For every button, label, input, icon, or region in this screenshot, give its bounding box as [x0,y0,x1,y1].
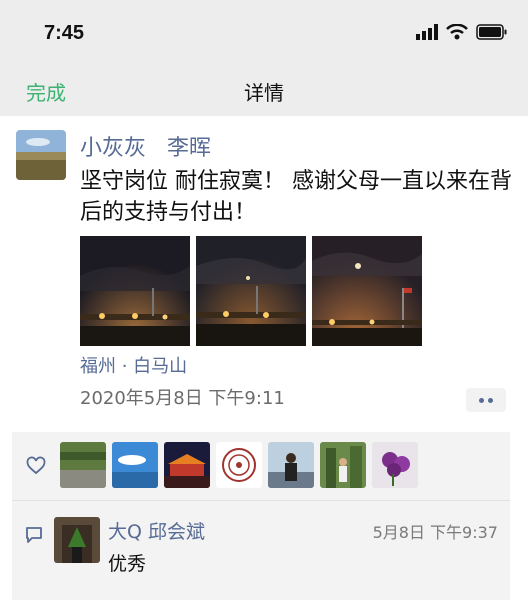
post-text: 坚守岗位 耐住寂寞！ 感谢父母一直以来在背后的支持与付出！ [80,169,512,225]
commenter-avatar[interactable] [54,517,100,563]
post-photo[interactable] [196,236,306,346]
author-avatar[interactable] [16,130,66,180]
comment-icon [26,527,42,543]
cellular-signal-icon [416,24,438,40]
comment-text[interactable]: 优秀 [108,549,146,576]
liker-avatar[interactable] [164,442,210,488]
dot-icon [479,397,484,403]
wifi-icon [446,24,468,40]
liker-avatar[interactable] [320,442,366,488]
dot-icon [488,397,493,403]
liker-avatar[interactable] [112,442,158,488]
battery-icon [476,24,507,40]
more-options-button[interactable] [466,388,506,412]
comment-time: 5月8日 下午9:37 [372,523,498,542]
heart-icon [26,456,46,475]
liker-avatar[interactable] [216,442,262,488]
author-names[interactable]: 小灰灰 李晖 [80,130,225,162]
post-photo[interactable] [80,236,190,346]
navigation-bar: 完成 详情 [0,64,528,116]
photo-grid [80,236,422,346]
moment-post: 小灰灰 李晖 坚守岗位 耐住寂寞！ 感谢父母一直以来在背后的支持与付出！ 福州 … [0,116,528,600]
page-title: 详情 [244,81,284,105]
status-time: 7:45 [44,22,85,44]
comments-panel: 大Q 邱会斌 5月8日 下午9:37 优秀 [12,501,510,600]
liker-avatar[interactable] [268,442,314,488]
likes-panel [12,432,510,500]
author-remark-name[interactable]: 李晖 [167,136,211,161]
status-bar: 7:45 [0,0,528,64]
liker-avatar[interactable] [372,442,418,488]
commenter-name[interactable]: 大Q 邱会斌 [108,517,205,544]
post-datetime: 2020年5月8日 下午9:11 [80,388,285,409]
post-photo[interactable] [312,236,422,346]
author-nickname[interactable]: 小灰灰 [80,136,146,161]
liker-avatar[interactable] [60,442,106,488]
post-location[interactable]: 福州 · 白马山 [80,352,187,378]
